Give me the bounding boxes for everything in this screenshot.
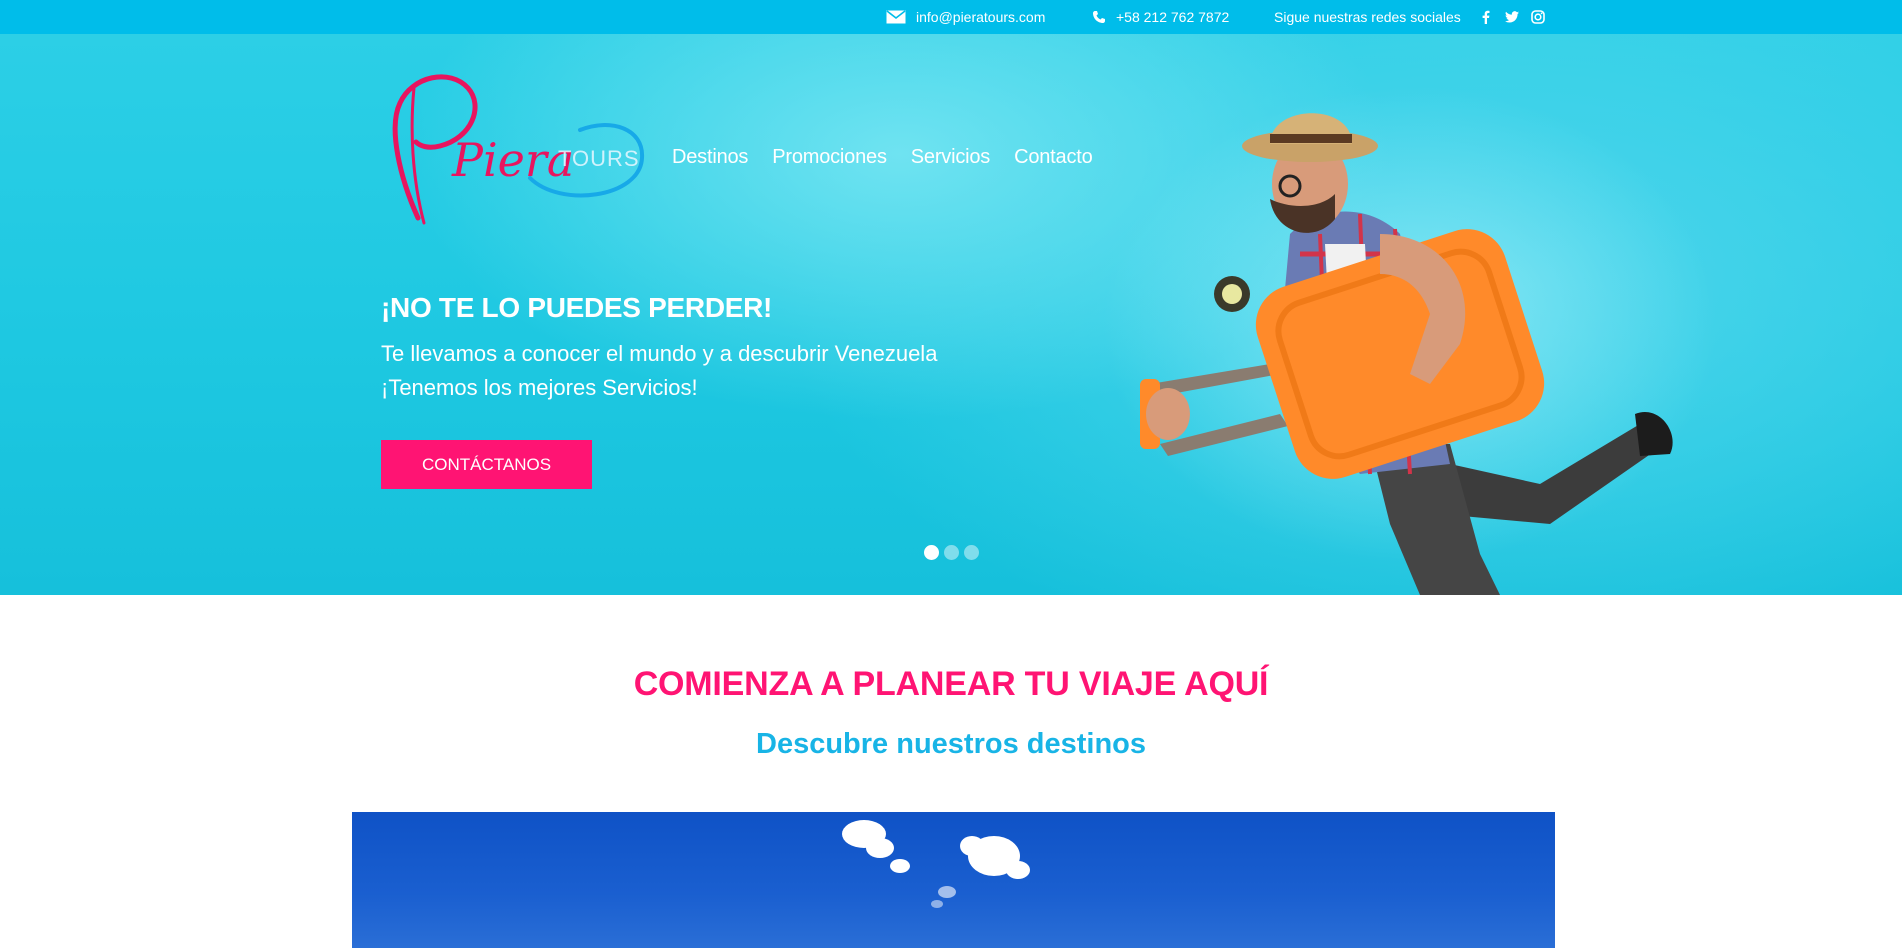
sky-clouds-image <box>842 820 1030 908</box>
social-label: Sigue nuestras redes sociales <box>1274 9 1461 25</box>
nav-item-contacto[interactable]: Contacto <box>1014 146 1093 169</box>
nav-item-destinos[interactable]: Destinos <box>672 146 748 169</box>
phone-icon <box>1092 10 1106 24</box>
traveler-with-suitcase-image <box>1140 113 1673 595</box>
top-bar: info@pieratours.com +58 212 762 7872 Sig… <box>0 0 1902 34</box>
hero-subtitle: Te llevamos a conocer el mundo y a descu… <box>381 337 937 405</box>
hero-subtitle-line-2: ¡Tenemos los mejores Servicios! <box>381 375 698 400</box>
email-contact[interactable]: info@pieratours.com <box>886 0 1045 34</box>
nav-item-servicios[interactable]: Servicios <box>911 146 991 169</box>
hero-title: ¡NO TE LO PUEDES PERDER! <box>381 292 773 323</box>
twitter-icon[interactable] <box>1499 0 1525 34</box>
main-nav: Destinos Promociones Servicios Contacto <box>672 146 1093 169</box>
contact-us-button[interactable]: CONTÁCTANOS <box>381 440 592 489</box>
envelope-icon <box>886 10 906 24</box>
nav-item-promociones[interactable]: Promociones <box>772 146 887 169</box>
facebook-icon[interactable] <box>1473 0 1499 34</box>
destinations-banner-image <box>352 812 1555 948</box>
slider-pagination <box>924 545 979 560</box>
hero-subtitle-line-1: Te llevamos a conocer el mundo y a descu… <box>381 341 938 366</box>
phone-contact[interactable]: +58 212 762 7872 <box>1092 0 1229 34</box>
piera-tours-logo[interactable]: Piera TOURS <box>380 58 650 238</box>
slider-dot-3[interactable] <box>964 545 979 560</box>
instagram-icon[interactable] <box>1525 0 1551 34</box>
slider-dot-2[interactable] <box>944 545 959 560</box>
phone-text[interactable]: +58 212 762 7872 <box>1116 9 1229 25</box>
section-title: COMIENZA A PLANEAR TU VIAJE AQUÍ <box>633 665 1269 703</box>
logo-tours-text: TOURS <box>558 146 640 171</box>
logo-script-text: Piera <box>451 133 574 187</box>
email-text[interactable]: info@pieratours.com <box>916 9 1045 25</box>
social-links: Sigue nuestras redes sociales <box>1274 0 1551 34</box>
hero-slider: Piera TOURS Destinos Promociones Servici… <box>0 34 1902 595</box>
slider-dot-1[interactable] <box>924 545 939 560</box>
section-subtitle: Descubre nuestros destinos <box>756 728 1146 760</box>
